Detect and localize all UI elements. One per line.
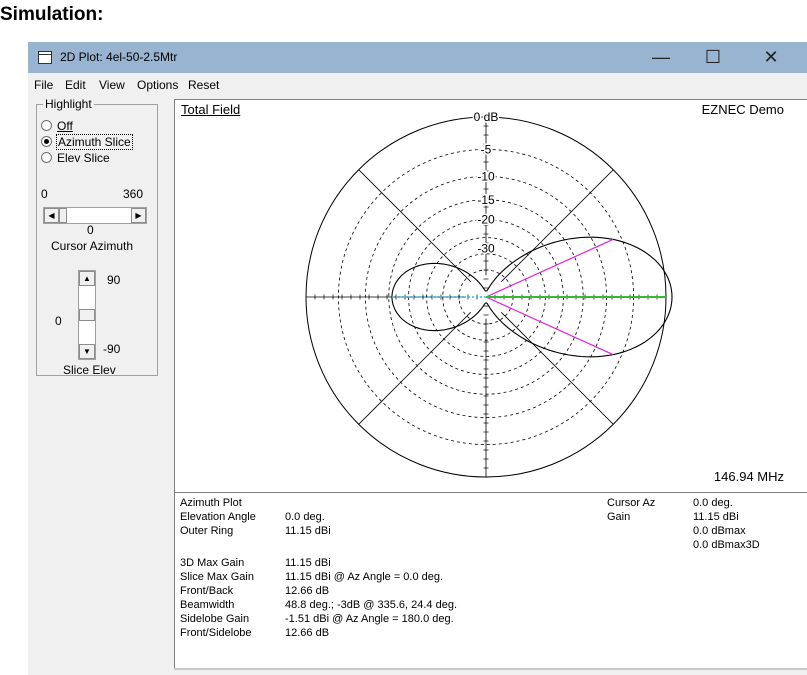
ring-label-1: -5 (481, 142, 492, 156)
info-label-cursor-az: Cursor Az (607, 497, 656, 509)
info-panel: Azimuth Plot Elevation Angle 0.0 deg. Ou… (174, 492, 807, 669)
plot-frequency: 146.94 MHz (713, 469, 784, 484)
window-title: 2D Plot: 4el-50-2.5Mtr (60, 50, 178, 64)
info-value-cursor-az: 0.0 deg. (693, 497, 733, 509)
info-label-gain: Gain (607, 511, 631, 523)
ring-label-5: -30 (477, 241, 495, 255)
title-bar[interactable]: 2D Plot: 4el-50-2.5Mtr — ☐ ✕ (28, 42, 807, 73)
ring-label-4: -20 (477, 213, 495, 227)
scroll-right-icon[interactable]: ▶ (131, 208, 146, 223)
elev-top-label: 90 (107, 273, 121, 287)
polar-chart: 0 dB -5 -10 -15 -20 -30 (305, 109, 673, 478)
radio-off-indicator[interactable] (41, 120, 52, 131)
elev-thumb[interactable] (79, 309, 95, 321)
info-label-azimuth-plot: Azimuth Plot (180, 497, 242, 509)
radio-azimuth-label: Azimuth Slice (56, 134, 133, 150)
scroll-up-icon[interactable]: ▲ (79, 271, 95, 286)
radio-off[interactable]: Off (41, 119, 73, 133)
grid-spoke-135 (358, 169, 471, 282)
menu-reset[interactable]: Reset (188, 78, 219, 92)
info-label-outer-ring: Outer Ring (180, 525, 234, 537)
info-value-sidelobe-gain: -1.51 dBi @ Az Angle = 180.0 deg. (285, 613, 454, 625)
info-value-front-back: 12.66 dB (285, 585, 330, 597)
highlight-legend: Highlight (43, 97, 94, 111)
info-value-slice-max-gain: 11.15 dBi @ Az Angle = 0.0 deg. (285, 571, 444, 583)
info-value-elevation: 0.0 deg. (285, 511, 325, 523)
info-label-elevation: Elevation Angle (180, 511, 256, 523)
radio-elev-slice[interactable]: Elev Slice (41, 151, 110, 165)
info-label-beamwidth: Beamwidth (180, 599, 235, 611)
azimuth-min-label: 0 (41, 187, 48, 201)
info-label-slice-max-gain: Slice Max Gain (180, 571, 254, 583)
maximize-button[interactable]: ☐ (691, 44, 735, 71)
ring-label-0: 0 dB (474, 110, 499, 124)
polar-pattern (391, 236, 673, 358)
info-label-3d-max-gain: 3D Max Gain (180, 557, 245, 569)
page-heading: Simulation: (0, 4, 104, 25)
scroll-left-icon[interactable]: ◀ (44, 208, 59, 223)
elev-value: 0 (55, 314, 62, 328)
info-value-gain-dbmax: 0.0 dBmax (693, 525, 746, 537)
radio-azimuth-indicator[interactable] (41, 136, 52, 147)
menu-bar: File Edit View Options Reset (28, 74, 807, 94)
azimuth-max-label: 360 (123, 187, 144, 201)
elev-scrollbar[interactable]: ▲ ▼ (78, 270, 96, 360)
highlight-group: Highlight Off Azimuth Slice Elev Slice 0… (36, 97, 158, 377)
window-app-icon (38, 51, 52, 64)
azimuth-caption: Cursor Azimuth (51, 239, 134, 253)
info-value-outer-ring: 11.15 dBi (285, 525, 331, 537)
info-value-beamwidth: 48.8 deg.; -3dB @ 335.6, 24.4 deg. (285, 599, 458, 611)
radio-azimuth-slice[interactable]: Azimuth Slice (41, 134, 133, 150)
ring-label-3: -15 (477, 193, 495, 207)
azimuth-thumb[interactable] (59, 208, 67, 223)
info-value-3d-max-gain: 11.15 dBi (285, 557, 331, 569)
menu-edit[interactable]: Edit (65, 78, 86, 92)
info-value-front-sidelobe: 12.66 dB (285, 627, 330, 639)
info-label-front-sidelobe: Front/Sidelobe (180, 627, 252, 639)
radio-off-label: Off (57, 119, 73, 133)
scroll-down-icon[interactable]: ▼ (79, 344, 95, 359)
plot-window: 2D Plot: 4el-50-2.5Mtr — ☐ ✕ File Edit V… (28, 42, 807, 675)
info-label-sidelobe-gain: Sidelobe Gain (180, 613, 250, 625)
info-value-gain-dbi: 11.15 dBi (693, 511, 739, 523)
azimuth-scrollbar[interactable]: ◀ ▶ (43, 207, 147, 224)
azimuth-value: 0 (87, 223, 94, 237)
close-button[interactable]: ✕ (749, 44, 793, 71)
radio-elev-label: Elev Slice (57, 151, 110, 165)
minimize-button[interactable]: — (639, 44, 683, 71)
ring-label-2: -10 (477, 169, 495, 183)
radio-elev-indicator[interactable] (41, 152, 52, 163)
menu-file[interactable]: File (34, 78, 53, 92)
elev-bottom-label: -90 (103, 342, 121, 356)
menu-view[interactable]: View (99, 78, 125, 92)
status-divider (174, 668, 807, 670)
menu-options[interactable]: Options (137, 78, 178, 92)
info-value-gain-dbmax3d: 0.0 dBmax3D (693, 539, 760, 551)
elev-caption: Slice Elev (63, 363, 116, 377)
info-label-front-back: Front/Back (180, 585, 234, 597)
grid-spoke-225 (358, 312, 471, 425)
polar-plot-area: Total Field EZNEC Demo 0 dB -5 -10 -15 -20 -3… (174, 99, 807, 492)
